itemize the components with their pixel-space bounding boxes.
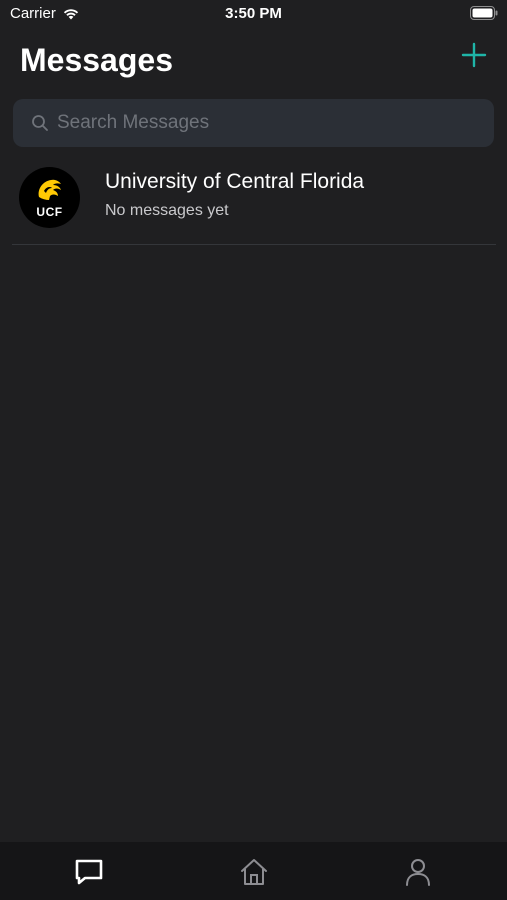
- battery-icon: [470, 6, 498, 24]
- search-input[interactable]: [55, 111, 469, 135]
- conversation-preview: No messages yet: [105, 202, 229, 219]
- conversation-row[interactable]: UCF University of Central Florida No mes…: [12, 160, 496, 245]
- page-title: Messages: [20, 42, 173, 78]
- search-icon: [31, 114, 49, 132]
- message-icon: [75, 859, 103, 885]
- tab-bar: [0, 842, 507, 900]
- tab-profile[interactable]: [400, 855, 436, 889]
- tab-messages[interactable]: [71, 855, 107, 889]
- status-time: 3:50 PM: [225, 5, 282, 22]
- home-icon: [241, 859, 267, 885]
- new-message-button[interactable]: [459, 40, 489, 70]
- search-bar[interactable]: [13, 99, 494, 147]
- plus-icon: [461, 42, 487, 68]
- status-bar: Carrier 3:50 PM: [0, 0, 507, 28]
- tab-home[interactable]: [236, 855, 272, 889]
- profile-icon: [406, 859, 430, 886]
- conversation-name: University of Central Florida: [105, 170, 365, 193]
- header: Messages: [0, 36, 507, 92]
- avatar-text: UCF: [36, 205, 63, 219]
- avatar: UCF: [19, 167, 80, 228]
